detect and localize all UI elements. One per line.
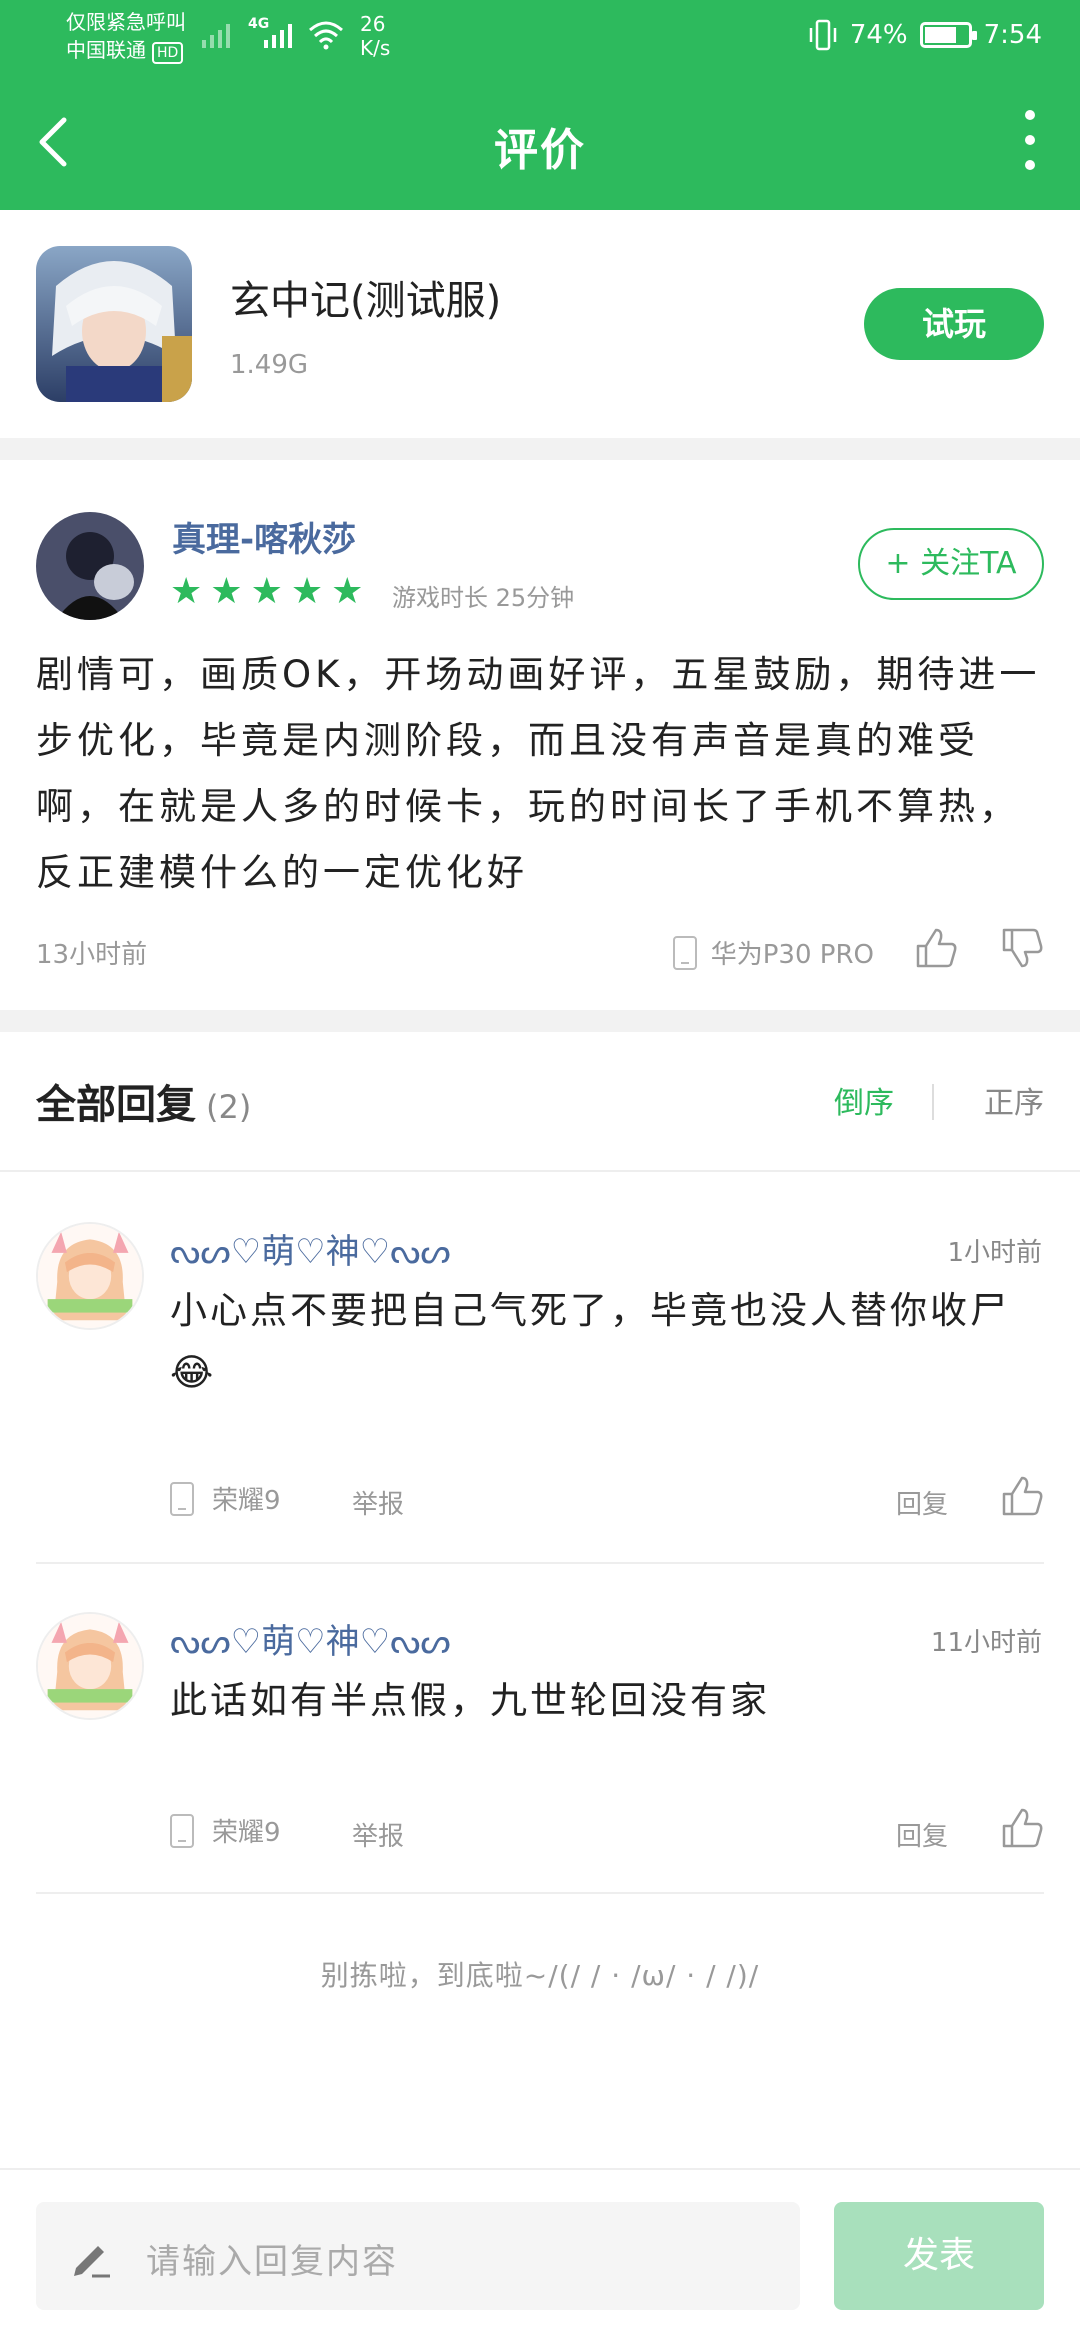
star-icon: ★ — [210, 571, 243, 612]
star-icon: ★ — [170, 571, 203, 612]
phone-icon — [170, 1813, 194, 1848]
star-icon: ★ — [250, 571, 283, 612]
reply-meta: 荣耀9 举报 回复 — [170, 1474, 1044, 1524]
pencil-icon — [74, 2246, 110, 2278]
reply-time: 11小时前 — [930, 1628, 1042, 1658]
reviewer-avatar[interactable] — [36, 512, 144, 620]
network-speed: 26 K/s — [360, 12, 391, 60]
reviewer-name[interactable]: 真理-喀秋莎 — [172, 512, 356, 561]
sort-desc-tab[interactable]: 倒序 — [834, 1078, 894, 1122]
sort-asc-tab[interactable]: 正序 — [984, 1078, 1044, 1122]
device-name: 华为P30 PRO — [710, 940, 874, 970]
thumbs-up-icon[interactable] — [914, 926, 958, 970]
end-of-list-text: 别拣啦，到底啦~/(/ / · /ω/ · / /)/ — [320, 1959, 760, 1992]
clock: 7:54 — [983, 20, 1042, 50]
reply-input-placeholder: 请输入回复内容 — [146, 2242, 398, 2282]
nav-bar: 评价 — [0, 72, 1080, 210]
thumbs-down-icon[interactable] — [1000, 926, 1044, 970]
reply-device: 荣耀9 — [170, 1480, 281, 1517]
review-time: 13小时前 — [36, 940, 148, 970]
review-text: 剧情可，画质OK，开场动画好评，五星鼓励，期待进一步优化，毕竟是内测阶段，而且没… — [36, 653, 1041, 894]
vibrate-icon — [809, 19, 837, 51]
replies-title: 全部回复 (2) — [36, 1082, 252, 1128]
review-meta: 13小时前 华为P30 PRO — [36, 920, 1044, 980]
battery-icon — [919, 22, 977, 48]
carrier-info: 仅限紧急呼叫 中国联通 HD — [66, 8, 186, 64]
report-link[interactable]: 举报 — [352, 1484, 404, 1521]
reply-username[interactable]: ᔓᔕ♡萌♡神♡ᔓᔕ — [170, 1224, 451, 1273]
more-menu-icon[interactable] — [1020, 110, 1040, 170]
carrier-line-1: 仅限紧急呼叫 — [66, 10, 186, 34]
reply-button[interactable]: 回复 — [896, 1484, 948, 1521]
section-divider — [0, 438, 1080, 460]
reply-time: 1小时前 — [947, 1238, 1042, 1268]
star-icon: ★ — [290, 571, 324, 612]
reply-input[interactable]: 请输入回复内容 — [36, 2202, 800, 2310]
reply-text: 小心点不要把自己气死了，毕竟也没人替你收尸😂 — [170, 1289, 1010, 1394]
try-play-button[interactable]: 试玩 — [864, 288, 1044, 360]
status-right: 74% 7:54 — [808, 18, 1042, 52]
replies-header: 全部回复 (2) 倒序 正序 — [0, 1032, 1080, 1172]
carrier-name: 中国联通 — [66, 38, 146, 62]
star-icon: ★ — [331, 571, 364, 612]
section-divider — [0, 1010, 1080, 1032]
reply-divider — [36, 1562, 1044, 1564]
sort-divider — [932, 1084, 934, 1120]
hd-badge: HD — [152, 42, 184, 64]
reply-item: ᔓᔕ♡萌♡神♡ᔓᔕ 1小时前 小心点不要把自己气死了，毕竟也没人替你收尸😂 荣耀… — [0, 1174, 1080, 1564]
signal-sim1-icon — [202, 24, 230, 48]
publish-button[interactable]: 发表 — [834, 2202, 1044, 2310]
follow-button[interactable]: + 关注TA — [858, 528, 1044, 600]
page-title: 评价 — [494, 125, 586, 176]
device-name: 荣耀9 — [212, 1486, 281, 1516]
app-card[interactable]: 玄中记(测试服) 1.49G 试玩 — [0, 210, 1080, 438]
app-icon[interactable] — [36, 246, 192, 402]
app-size: 1.49G — [230, 350, 309, 380]
report-link[interactable]: 举报 — [352, 1816, 404, 1853]
replies-count: (2) — [206, 1088, 252, 1126]
reply-text: 此话如有半点假，九世轮回没有家 — [170, 1679, 770, 1722]
play-time: 游戏时长 25分钟 — [392, 584, 575, 612]
rating-stars: ★ ★ ★ ★ ★ — [170, 572, 363, 612]
thumbs-up-icon[interactable] — [1000, 1474, 1044, 1518]
wifi-icon — [309, 21, 343, 50]
phone-icon — [672, 935, 697, 970]
top-bar: 仅限紧急呼叫 中国联通 HD 4G 26 K/s 74% 7:54 评价 — [0, 0, 1080, 210]
reply-avatar[interactable] — [36, 1612, 144, 1720]
status-bar: 仅限紧急呼叫 中国联通 HD 4G 26 K/s 74% 7:54 — [0, 0, 1080, 72]
reply-divider — [36, 1892, 1044, 1894]
reply-item: ᔓᔕ♡萌♡神♡ᔓᔕ 11小时前 此话如有半点假，九世轮回没有家 荣耀9 举报 回… — [0, 1566, 1080, 1892]
battery-percent: 74% — [849, 20, 908, 50]
thumbs-up-icon[interactable] — [1000, 1806, 1044, 1850]
reply-meta: 荣耀9 举报 回复 — [170, 1806, 1044, 1856]
reply-avatar[interactable] — [36, 1222, 144, 1330]
reply-button[interactable]: 回复 — [896, 1816, 948, 1853]
reply-username[interactable]: ᔓᔕ♡萌♡神♡ᔓᔕ — [170, 1614, 451, 1663]
review-device: 华为P30 PRO — [672, 934, 874, 971]
app-name: 玄中记(测试服) — [230, 278, 502, 324]
reply-input-bar: 请输入回复内容 发表 — [0, 2168, 1080, 2340]
signal-sim2-icon — [264, 24, 292, 48]
reply-device: 荣耀9 — [170, 1812, 281, 1849]
main-review: 真理-喀秋莎 ★ ★ ★ ★ ★ 游戏时长 25分钟 + 关注TA 剧情可，画质OK，开… — [0, 460, 1080, 1010]
device-name: 荣耀9 — [212, 1818, 281, 1848]
phone-icon — [170, 1481, 194, 1516]
